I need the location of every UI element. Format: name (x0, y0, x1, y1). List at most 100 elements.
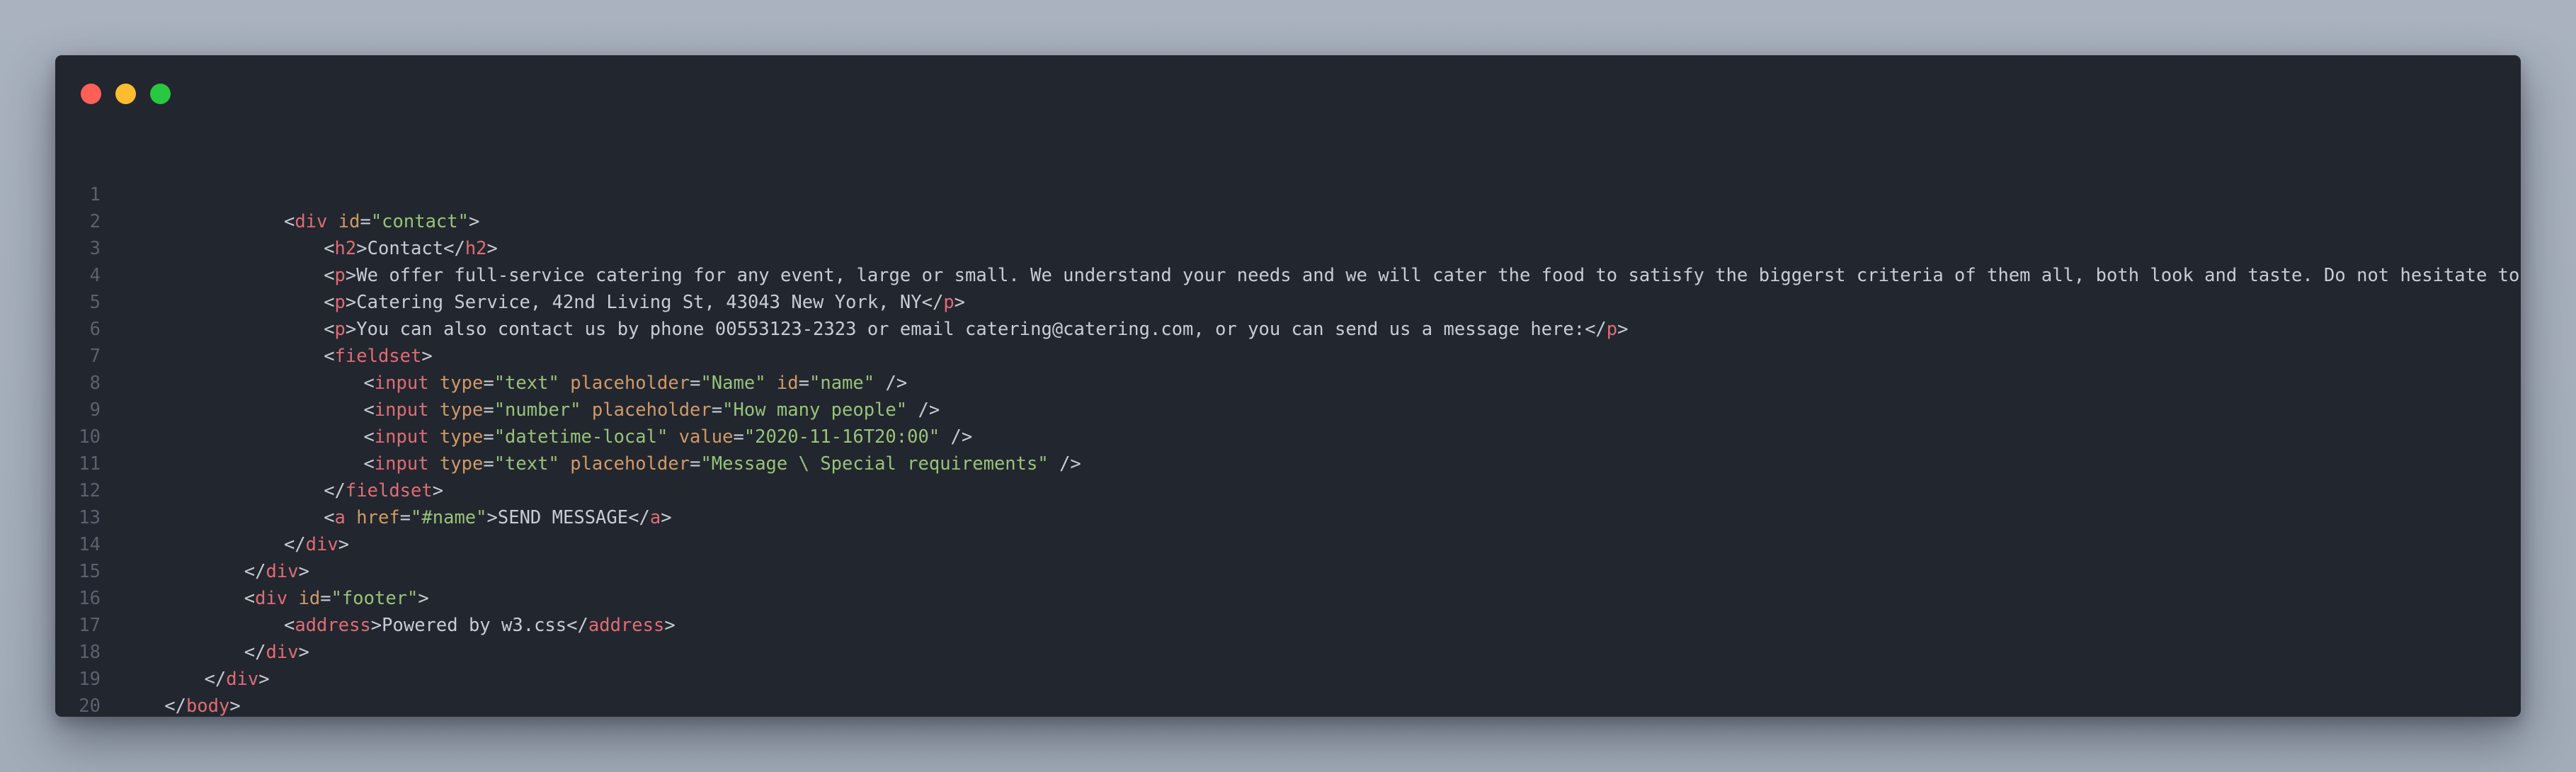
code-text: </div> (204, 666, 269, 693)
code-token-punc: </ (921, 292, 944, 313)
code-token-punc: > (345, 319, 357, 340)
code-token-punc: </ (566, 615, 588, 636)
line-number: 7 (89, 346, 101, 367)
code-token-punc: < (324, 265, 335, 286)
code-token-tag: a (334, 507, 346, 528)
line-number: 9 (89, 399, 101, 421)
code-token-str: "text" (494, 373, 559, 394)
code-text: </div> (284, 531, 349, 558)
code-text: <h2>Contact</h2> (324, 235, 498, 262)
code-token-punc (429, 399, 440, 421)
code-token-punc: = (711, 399, 723, 421)
code-token-str: "name" (809, 373, 875, 394)
code-token-punc (429, 426, 440, 448)
code-token-punc: = (733, 426, 744, 448)
code-token-punc: = (690, 373, 701, 394)
code-token-str: "footer" (331, 588, 418, 609)
code-token-str: "datetime-local" (494, 426, 668, 448)
code-editor[interactable]: 1 2 <div id="contact"> 3 <h2>Contact</h2> 4 <p… (55, 181, 2521, 717)
code-token-tag: div (295, 211, 328, 232)
code-window: 1 2 <div id="contact"> 3 <h2>Contact</h2> 4 <p… (55, 55, 2521, 717)
code-token-attr: placeholder (570, 373, 690, 394)
line-number: 19 (79, 669, 101, 690)
line-number: 1 (89, 184, 101, 205)
code-token-punc: > (258, 669, 270, 690)
code-line: 18 </div> (55, 639, 2521, 666)
close-window-button[interactable] (81, 84, 101, 104)
code-token-txt: Contact (367, 238, 444, 259)
line-number: 14 (79, 534, 101, 555)
code-token-tag: input (374, 426, 429, 448)
code-token-punc: </ (204, 669, 227, 690)
maximize-window-button[interactable] (150, 84, 171, 104)
code-token-attr: id (298, 588, 321, 609)
code-token-punc: </ (283, 534, 306, 555)
code-line: 5 <p>Catering Service, 42nd Living St, 43… (55, 289, 2521, 316)
code-token-punc: < (244, 588, 256, 609)
code-text: <fieldset> (324, 343, 433, 370)
code-token-tag: div (226, 669, 259, 690)
code-line: 8 <input type="text" placeholder="Name" i… (55, 370, 2521, 397)
line-number: 10 (79, 426, 101, 448)
code-token-punc: > (1617, 319, 1629, 340)
code-token-punc (581, 399, 592, 421)
code-text: <div id="contact"> (284, 208, 479, 235)
code-token-punc: </ (164, 696, 186, 717)
code-line: 15 </div> (55, 558, 2521, 585)
code-text: <input type="text" placeholder="Name" id… (363, 370, 907, 397)
code-token-punc: < (283, 211, 295, 232)
code-token-tag: p (334, 265, 346, 286)
code-token-punc: = (483, 373, 494, 394)
code-line: 2 <div id="contact"> (55, 208, 2521, 235)
code-token-tag: input (374, 453, 429, 475)
code-token-tag: h2 (465, 238, 487, 259)
code-text: <p>Catering Service, 42nd Living St, 430… (324, 289, 965, 316)
line-number: 13 (79, 507, 101, 528)
code-token-tag: div (266, 642, 299, 663)
code-text: <input type="text" placeholder="Message … (363, 450, 1081, 477)
code-token-txt: Catering Service, 42nd Living St, 43043 … (356, 292, 922, 313)
code-token-txt: Powered by w3.css (382, 615, 567, 636)
code-token-punc: /> (1048, 453, 1081, 475)
code-token-str: "#name" (411, 507, 487, 528)
code-token-punc: > (432, 480, 444, 501)
code-token-punc: < (363, 373, 375, 394)
code-token-attr: href (356, 507, 400, 528)
code-token-tag: div (305, 534, 338, 555)
code-token-punc: </ (324, 480, 346, 501)
code-token-punc: < (324, 292, 335, 313)
code-line: 19 </div> (55, 666, 2521, 693)
code-token-tag: p (943, 292, 954, 313)
code-token-str: "2020-11-16T20:00" (743, 426, 940, 448)
code-token-punc: /> (940, 426, 973, 448)
code-text: <input type="number" placeholder="How ma… (363, 397, 940, 424)
code-token-tag: address (295, 615, 371, 636)
code-token-punc: </ (628, 507, 650, 528)
code-text: <p>You can also contact us by phone 0055… (324, 316, 1628, 343)
code-line: 6 <p>You can also contact us by phone 005… (55, 316, 2521, 343)
code-token-punc: < (324, 346, 335, 367)
code-token-punc (429, 453, 440, 475)
line-number: 11 (79, 453, 101, 475)
code-text: </fieldset> (324, 477, 443, 504)
code-token-attr: type (439, 426, 484, 448)
code-token-punc: > (345, 292, 357, 313)
minimize-window-button[interactable] (115, 84, 136, 104)
code-token-tag: div (266, 561, 299, 582)
code-token-punc: > (954, 292, 966, 313)
code-line: 17 <address>Powered by w3.css</address> (55, 612, 2521, 639)
code-token-punc: = (483, 399, 494, 421)
code-line: 10 <input type="datetime-local" value="20… (55, 424, 2521, 450)
line-number: 4 (89, 265, 101, 286)
code-token-punc: > (298, 642, 309, 663)
code-token-punc (287, 588, 298, 609)
code-line: 3 <h2>Contact</h2> (55, 235, 2521, 262)
line-number: 8 (89, 373, 101, 394)
code-token-punc: > (338, 534, 350, 555)
line-number: 3 (89, 238, 101, 259)
code-token-punc: < (324, 319, 335, 340)
code-line: 13 <a href="#name">SEND MESSAGE</a> (55, 504, 2521, 531)
code-token-tag: p (1606, 319, 1618, 340)
code-token-str: "Message \ Special requirements" (700, 453, 1049, 475)
code-token-tag: body (186, 696, 230, 717)
